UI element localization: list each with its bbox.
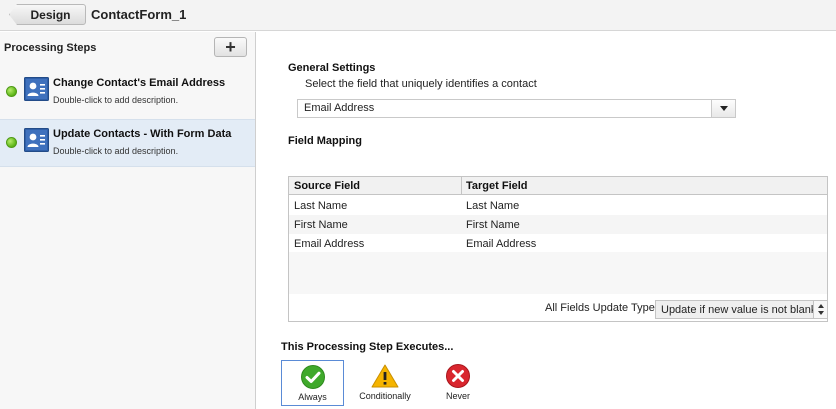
column-header-source[interactable]: Source Field: [294, 180, 360, 192]
update-type-select[interactable]: Update if new value is not blank: [655, 300, 828, 319]
status-dot-icon: [6, 86, 17, 97]
table-row[interactable]: Email Address Email Address: [289, 234, 827, 253]
execution-title: This Processing Step Executes...: [281, 341, 454, 353]
source-field-cell: First Name: [294, 219, 348, 231]
column-header-target[interactable]: Target Field: [466, 180, 528, 192]
top-toolbar: Design ContactForm_1: [0, 0, 836, 31]
source-field-cell: Last Name: [294, 200, 348, 212]
form-title: ContactForm_1: [91, 7, 187, 22]
target-field-cell: Email Address: [466, 238, 537, 250]
source-field-cell: Email Address: [294, 238, 365, 250]
processing-steps-sidebar: Processing Steps + Change Contact's Emai…: [0, 32, 256, 409]
unique-field-label: Select the field that uniquely identifie…: [305, 78, 537, 90]
table-empty-area: [289, 252, 827, 294]
warning-triangle-icon: [371, 364, 399, 388]
step-description: Double-click to add description.: [53, 146, 179, 156]
table-header: Source Field Target Field: [289, 177, 827, 195]
up-down-arrows-icon: [818, 304, 824, 315]
add-step-button[interactable]: +: [214, 37, 247, 57]
option-label: Never: [445, 391, 470, 401]
unique-field-value: Email Address: [304, 102, 375, 114]
step-name: Change Contact's Email Address: [53, 77, 226, 89]
table-row[interactable]: First Name First Name: [289, 215, 827, 234]
field-mapping-table: Source Field Target Field Last Name Last…: [288, 176, 828, 322]
column-divider[interactable]: [461, 177, 462, 195]
step-description: Double-click to add description.: [53, 95, 179, 105]
error-x-circle-icon: [446, 364, 470, 388]
general-settings-title: General Settings: [288, 62, 376, 74]
target-field-cell: Last Name: [466, 200, 520, 212]
check-circle-icon: [300, 365, 325, 389]
execute-never-option[interactable]: Never: [429, 360, 487, 406]
update-type-value: Update if new value is not blank: [661, 304, 817, 316]
spinner-arrows-icon[interactable]: [813, 301, 827, 318]
option-label: Conditionally: [359, 391, 411, 401]
dropdown-button[interactable]: [711, 100, 735, 117]
update-type-label: All Fields Update Type: [545, 302, 655, 314]
execute-conditionally-option[interactable]: Conditionally: [352, 360, 418, 406]
contact-card-icon: [24, 128, 49, 152]
table-row[interactable]: Last Name Last Name: [289, 196, 827, 215]
field-mapping-title: Field Mapping: [288, 135, 362, 147]
step-item-update-contacts[interactable]: Update Contacts - With Form Data Double-…: [0, 119, 255, 167]
status-dot-icon: [6, 137, 17, 148]
target-field-cell: First Name: [466, 219, 520, 231]
design-button-label: Design: [30, 7, 71, 22]
execute-always-option[interactable]: Always: [281, 360, 344, 406]
step-item-change-email[interactable]: Change Contact's Email Address Double-cl…: [0, 69, 255, 117]
step-name: Update Contacts - With Form Data: [53, 128, 232, 140]
unique-field-select[interactable]: Email Address: [297, 99, 736, 118]
option-label: Always: [298, 392, 327, 402]
contact-card-icon: [24, 77, 49, 101]
chevron-down-icon: [719, 106, 728, 111]
plus-icon: +: [225, 37, 236, 57]
sidebar-title: Processing Steps: [4, 42, 97, 54]
design-back-button[interactable]: Design: [9, 4, 86, 25]
